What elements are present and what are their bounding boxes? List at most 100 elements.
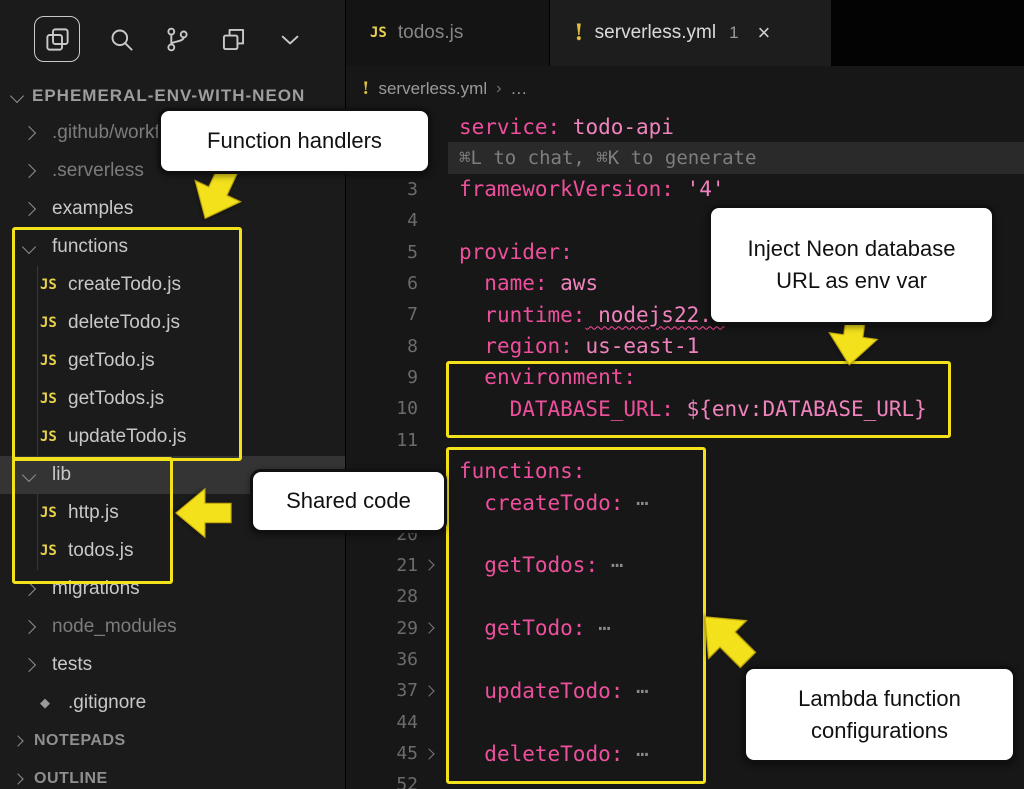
- section-label: OUTLINE: [34, 770, 108, 788]
- callout-shared-code: Shared code: [250, 469, 447, 533]
- js-icon: JS: [40, 353, 57, 369]
- line-number: 8: [346, 336, 418, 357]
- chevron-right-icon[interactable]: [22, 164, 36, 178]
- explorer-item-label: migrations: [52, 578, 140, 600]
- code-line[interactable]: service: todo-api: [346, 111, 1024, 142]
- explorer-item-label: functions: [52, 236, 128, 258]
- breadcrumb-file[interactable]: serverless.yml: [378, 79, 487, 99]
- explorer-item-functions[interactable]: functions: [0, 228, 345, 266]
- callout-text: Shared code: [286, 485, 411, 517]
- explorer-item-label: deleteTodo.js: [68, 312, 180, 334]
- line-number: 10: [346, 398, 418, 419]
- breadcrumb-more[interactable]: …: [510, 79, 527, 99]
- notepads-section-header[interactable]: NOTEPADS: [0, 722, 345, 760]
- explorer-icon[interactable]: [34, 16, 80, 62]
- line-number: 37: [346, 680, 418, 701]
- explorer-title-label: EPHEMERAL-ENV-WITH-NEON: [32, 86, 305, 106]
- explorer-item-node-modules[interactable]: node_modules: [0, 608, 345, 646]
- code-line-text: service: todo-api: [440, 115, 674, 139]
- tab-bar-empty: [831, 0, 1024, 66]
- explorer-item-label: getTodos.js: [68, 388, 164, 410]
- copy-files-icon: [42, 24, 72, 54]
- explorer-item-label: lib: [52, 464, 71, 486]
- code-line-text: getTodo: ⋯: [440, 616, 611, 640]
- line-number: 5: [346, 242, 418, 263]
- yaml-file-icon: !: [574, 20, 584, 46]
- close-icon[interactable]: ×: [758, 20, 771, 46]
- explorer-item-label: examples: [52, 198, 133, 220]
- chevron-down-icon[interactable]: [22, 240, 36, 254]
- callout-text: configurations: [811, 715, 948, 747]
- code-line[interactable]: 8 region: us-east-1: [346, 330, 1024, 361]
- explorer-item-examples[interactable]: examples: [0, 190, 345, 228]
- explorer-item-tests[interactable]: tests: [0, 646, 345, 684]
- code-line[interactable]: 10 DATABASE_URL: ${env:DATABASE_URL}: [346, 393, 1024, 424]
- file-tree: .github/workflows.serverlessexamplesfunc…: [0, 114, 345, 722]
- js-icon: JS: [40, 277, 57, 293]
- section-label: NOTEPADS: [34, 732, 126, 750]
- explorer-item-label: createTodo.js: [68, 274, 181, 296]
- chevron-right-icon[interactable]: [22, 202, 36, 216]
- code-line[interactable]: 21 getTodos: ⋯: [346, 550, 1024, 581]
- explorer-item-createtodo-js[interactable]: JS createTodo.js: [0, 266, 345, 304]
- explorer-item-label: .gitignore: [68, 692, 146, 714]
- chevron-right-icon[interactable]: [22, 620, 36, 634]
- chevron-right-icon[interactable]: [22, 658, 36, 672]
- fold-chevron-icon[interactable]: [423, 623, 434, 634]
- callout-text: Inject Neon database: [748, 233, 956, 265]
- modified-badge: 1: [729, 23, 738, 43]
- yaml-file-icon: !: [362, 79, 369, 99]
- breadcrumb-separator: ›: [496, 80, 501, 98]
- breadcrumb: ! serverless.yml › …: [346, 66, 1024, 111]
- chevron-down-icon[interactable]: [22, 468, 36, 482]
- code-line[interactable]: 20: [346, 518, 1024, 549]
- code-line[interactable]: 3frameworkVersion: '4': [346, 174, 1024, 205]
- code-line[interactable]: functions:: [346, 456, 1024, 487]
- code-line[interactable]: 11: [346, 424, 1024, 455]
- explorer-item-deletetodo-js[interactable]: JS deleteTodo.js: [0, 304, 345, 342]
- tab-label: serverless.yml: [595, 22, 716, 44]
- outline-section-header[interactable]: OUTLINE: [0, 760, 345, 789]
- chevron-right-icon[interactable]: [22, 582, 36, 596]
- layout-icon[interactable]: [218, 24, 248, 54]
- explorer-item-gitignore[interactable]: ◆.gitignore: [0, 684, 345, 722]
- explorer-item-todos-js[interactable]: JStodos.js: [0, 532, 345, 570]
- explorer-item-gettodos-js[interactable]: JSgetTodos.js: [0, 380, 345, 418]
- explorer-item-updatetodo-js[interactable]: JSupdateTodo.js: [0, 418, 345, 456]
- callout-lambda-config: Lambda function configurations: [743, 666, 1016, 763]
- fold-chevron-icon[interactable]: [423, 560, 434, 571]
- line-number: 9: [346, 367, 418, 388]
- code-line[interactable]: 28: [346, 581, 1024, 612]
- explorer-item-label: node_modules: [52, 616, 177, 638]
- chevron-right-icon[interactable]: [22, 126, 36, 140]
- explorer-item-migrations[interactable]: migrations: [0, 570, 345, 608]
- code-line-text: provider:: [440, 240, 573, 264]
- line-number: 6: [346, 273, 418, 294]
- callout-inject-neon: Inject Neon database URL as env var: [708, 205, 995, 325]
- code-line[interactable]: ⌘L to chat, ⌘K to generate: [346, 142, 1024, 173]
- search-icon[interactable]: [106, 24, 136, 54]
- code-line[interactable]: createTodo: ⋯: [346, 487, 1024, 518]
- code-line[interactable]: 9 environment:: [346, 362, 1024, 393]
- activity-bar: [0, 0, 345, 78]
- vscode-window: EPHEMERAL-ENV-WITH-NEON .github/workflow…: [0, 0, 1024, 789]
- line-number: 3: [346, 179, 418, 200]
- code-line[interactable]: 52: [346, 769, 1024, 789]
- line-number: 4: [346, 210, 418, 231]
- explorer-item-gettodo-js[interactable]: JS getTodo.js: [0, 342, 345, 380]
- fold-chevron-icon[interactable]: [423, 748, 434, 759]
- callout-function-handlers: Function handlers: [158, 108, 431, 174]
- js-icon: JS: [40, 505, 57, 521]
- fold-chevron-icon[interactable]: [423, 685, 434, 696]
- tab-todos-js[interactable]: JS todos.js: [346, 0, 550, 66]
- js-icon: JS: [40, 315, 57, 331]
- tab-serverless-yml[interactable]: ! serverless.yml 1 ×: [550, 0, 831, 66]
- chevron-down-icon[interactable]: [274, 24, 304, 54]
- source-control-icon[interactable]: [162, 24, 192, 54]
- chevron-right-icon: [12, 735, 23, 746]
- code-line-text: deleteTodo: ⋯: [440, 742, 649, 766]
- code-line-text: createTodo: ⋯: [440, 491, 649, 515]
- js-icon: JS: [40, 543, 57, 559]
- explorer-item-label: getTodo.js: [68, 350, 155, 372]
- code-line-text: runtime: nodejs22.x: [440, 303, 725, 327]
